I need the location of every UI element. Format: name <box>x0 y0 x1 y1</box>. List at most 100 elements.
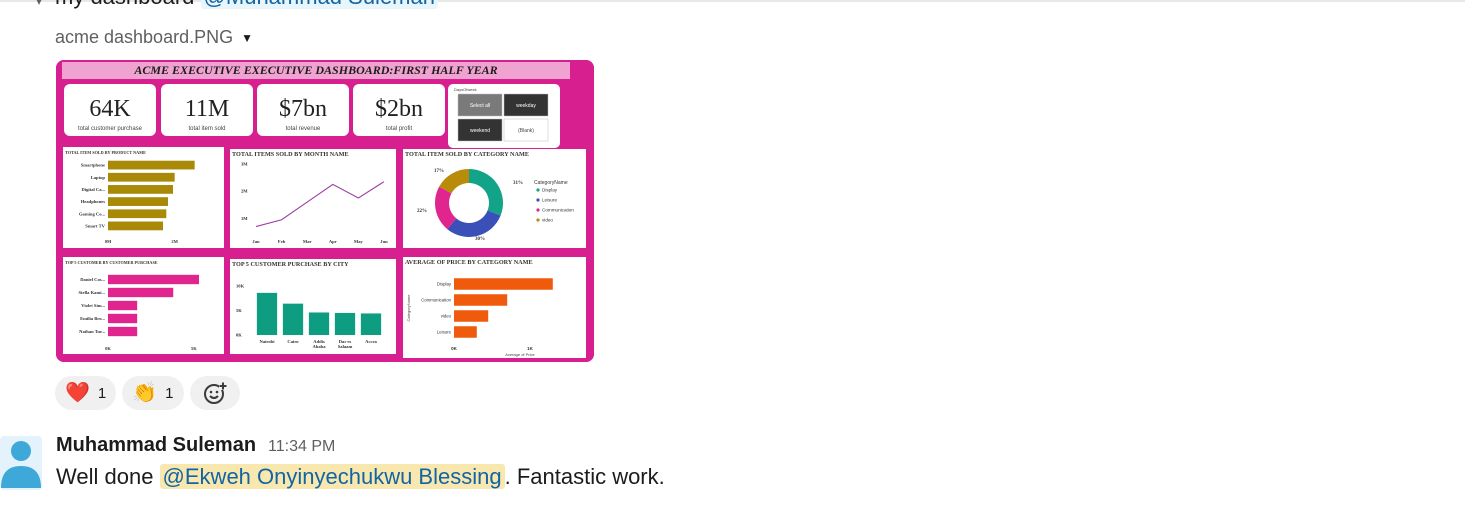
user-avatar-icon <box>1 441 41 488</box>
city-bar <box>308 312 330 335</box>
dashboard-title: ACME EXECUTIVE EXECUTIVE DASHBOARD:FIRST… <box>133 63 497 77</box>
file-header: acme dashboard.PNG ▼ <box>55 27 253 48</box>
chart-panel <box>403 257 586 358</box>
chart-title: TOTAL ITEM SOLD BY PRODUCT NAME <box>65 150 146 155</box>
price-bar <box>454 310 489 322</box>
add-emoji-icon <box>203 382 227 404</box>
reaction-clap[interactable]: 👏 1 <box>122 376 184 410</box>
add-reaction-button[interactable] <box>189 376 240 410</box>
city-tick-label: Cairo <box>287 339 299 344</box>
city-bar <box>334 312 356 335</box>
chevron-down-icon[interactable]: ▼ <box>241 31 253 45</box>
category-slice-label: 22% <box>417 209 427 214</box>
collapse-icon[interactable]: ▾ <box>36 0 42 8</box>
category-legend-swatch <box>536 198 540 202</box>
product-bar <box>108 185 173 194</box>
message-text-before: Well done <box>56 464 160 489</box>
category-legend-label: Display <box>542 188 558 193</box>
month-y-tick-label: 2M <box>241 189 248 194</box>
customer-category-label: Stella Kami... <box>78 290 105 295</box>
product-category-label: Laptop <box>91 175 106 180</box>
kpi-label: total profit <box>386 126 413 132</box>
product-bar <box>108 209 167 219</box>
chart-title: TOP 5 CUSTOMER PURCHASE BY CITY <box>232 261 349 268</box>
city-tick-label: Accra <box>365 339 377 344</box>
reaction-count: 1 <box>165 384 174 402</box>
slicer-option-label: weekday <box>516 103 536 109</box>
mention-link[interactable]: @Ekweh Onyinyechukwu Blessing <box>159 464 505 489</box>
chart-title: TOP 5 CUSTOMER BY CUSTOMER PURCHASE <box>65 260 158 265</box>
file-name[interactable]: acme dashboard.PNG <box>55 27 233 48</box>
category-legend-swatch <box>536 188 540 192</box>
dashboard-image[interactable]: ACME EXECUTIVE EXECUTIVE DASHBOARD:FIRST… <box>56 60 594 362</box>
month-tick-label: Apr <box>329 239 337 244</box>
message-text: Well done @Ekweh Onyinyechukwu Blessing.… <box>56 464 665 490</box>
city-bar <box>282 303 304 335</box>
category-slice-label: 17% <box>434 169 444 174</box>
price-y-axis-label: CategoryName <box>406 294 411 322</box>
kpi-label: total customer purchase <box>78 126 143 132</box>
category-legend-label: video <box>542 218 553 223</box>
city-y-tick-label: 0K <box>236 333 242 338</box>
slicer-option-label: Select all <box>470 103 490 109</box>
city-bar <box>256 292 278 335</box>
price-category-label: Display <box>437 282 452 287</box>
customer-tick-label: 0K <box>105 346 111 351</box>
product-bar <box>108 160 195 170</box>
kpi-label: total item sold <box>188 126 225 132</box>
customer-bar <box>108 287 174 298</box>
month-tick-label: Jan <box>252 239 260 244</box>
previous-message: my dashboard @Muhammad Suleman <box>55 0 438 10</box>
message-author[interactable]: Muhammad Suleman <box>56 434 256 457</box>
slicer-title: DaysOfweek <box>454 87 477 92</box>
category-legend-title: CategoryName <box>534 180 568 186</box>
product-category-label: Gaming Co... <box>79 211 105 216</box>
customer-tick-label: 5K <box>191 346 197 351</box>
price-tick-label: 0K <box>451 346 458 351</box>
slicer-option-label: weekend <box>470 128 490 134</box>
message-header: Muhammad Suleman 11:34 PM <box>56 434 335 457</box>
city-tick-label: Salaam <box>338 344 353 349</box>
reactions-bar: ❤️ 1 👏 1 <box>55 376 240 410</box>
city-tick-label: Ababa <box>312 344 326 349</box>
product-bar <box>108 221 163 231</box>
month-y-tick-label: 3M <box>241 162 248 167</box>
customer-bar <box>108 326 138 337</box>
dashboard-canvas: ACME EXECUTIVE EXECUTIVE DASHBOARD:FIRST… <box>56 60 594 362</box>
city-y-tick-label: 5K <box>236 308 242 313</box>
reaction-count: 1 <box>97 384 107 402</box>
chart-title: TOTAL ITEMS SOLD BY MONTH NAME <box>232 151 349 158</box>
price-bar <box>454 294 508 306</box>
chart-title: TOTAL ITEM SOLD BY CATEGORY NAME <box>405 151 529 158</box>
previous-message-text: my dashboard <box>55 0 194 9</box>
kpi-value: $7bn <box>279 96 327 122</box>
customer-category-label: Violet Sim... <box>81 303 105 308</box>
month-tick-label: Mar <box>303 239 312 244</box>
price-bar <box>454 278 553 290</box>
price-x-axis-label: Average of Price <box>505 352 535 357</box>
avatar[interactable] <box>0 436 42 490</box>
heart-icon: ❤️ <box>65 382 90 404</box>
kpi-value: $2bn <box>375 96 423 122</box>
category-legend-swatch <box>536 208 540 212</box>
product-tick-label: 0M <box>105 239 112 244</box>
mention-link[interactable]: @Muhammad Suleman <box>200 0 438 9</box>
customer-bar <box>108 274 199 285</box>
message-timestamp[interactable]: 11:34 PM <box>268 438 335 456</box>
reaction-heart[interactable]: ❤️ 1 <box>55 376 117 410</box>
city-bar <box>360 313 382 335</box>
category-legend-label: Leisure <box>542 198 558 203</box>
chart-title: AVERAGE OF PRICE BY CATEGORY NAME <box>405 259 533 266</box>
day-slicer: DaysOfweek Select all weekday weekend (Blank… <box>448 84 560 148</box>
city-tick-label: Nairobi <box>260 339 276 344</box>
customer-bar <box>108 313 138 324</box>
product-tick-label: 2M <box>171 239 178 244</box>
customer-bar <box>108 300 138 311</box>
price-category-label: video <box>441 314 452 319</box>
product-category-label: Smart TV <box>85 223 105 228</box>
city-y-tick-label: 10K <box>236 284 245 289</box>
price-category-label: Communication <box>421 298 451 303</box>
month-tick-label: Jun <box>380 239 388 244</box>
category-slice-label: 31% <box>513 181 523 186</box>
price-bar <box>454 326 477 338</box>
